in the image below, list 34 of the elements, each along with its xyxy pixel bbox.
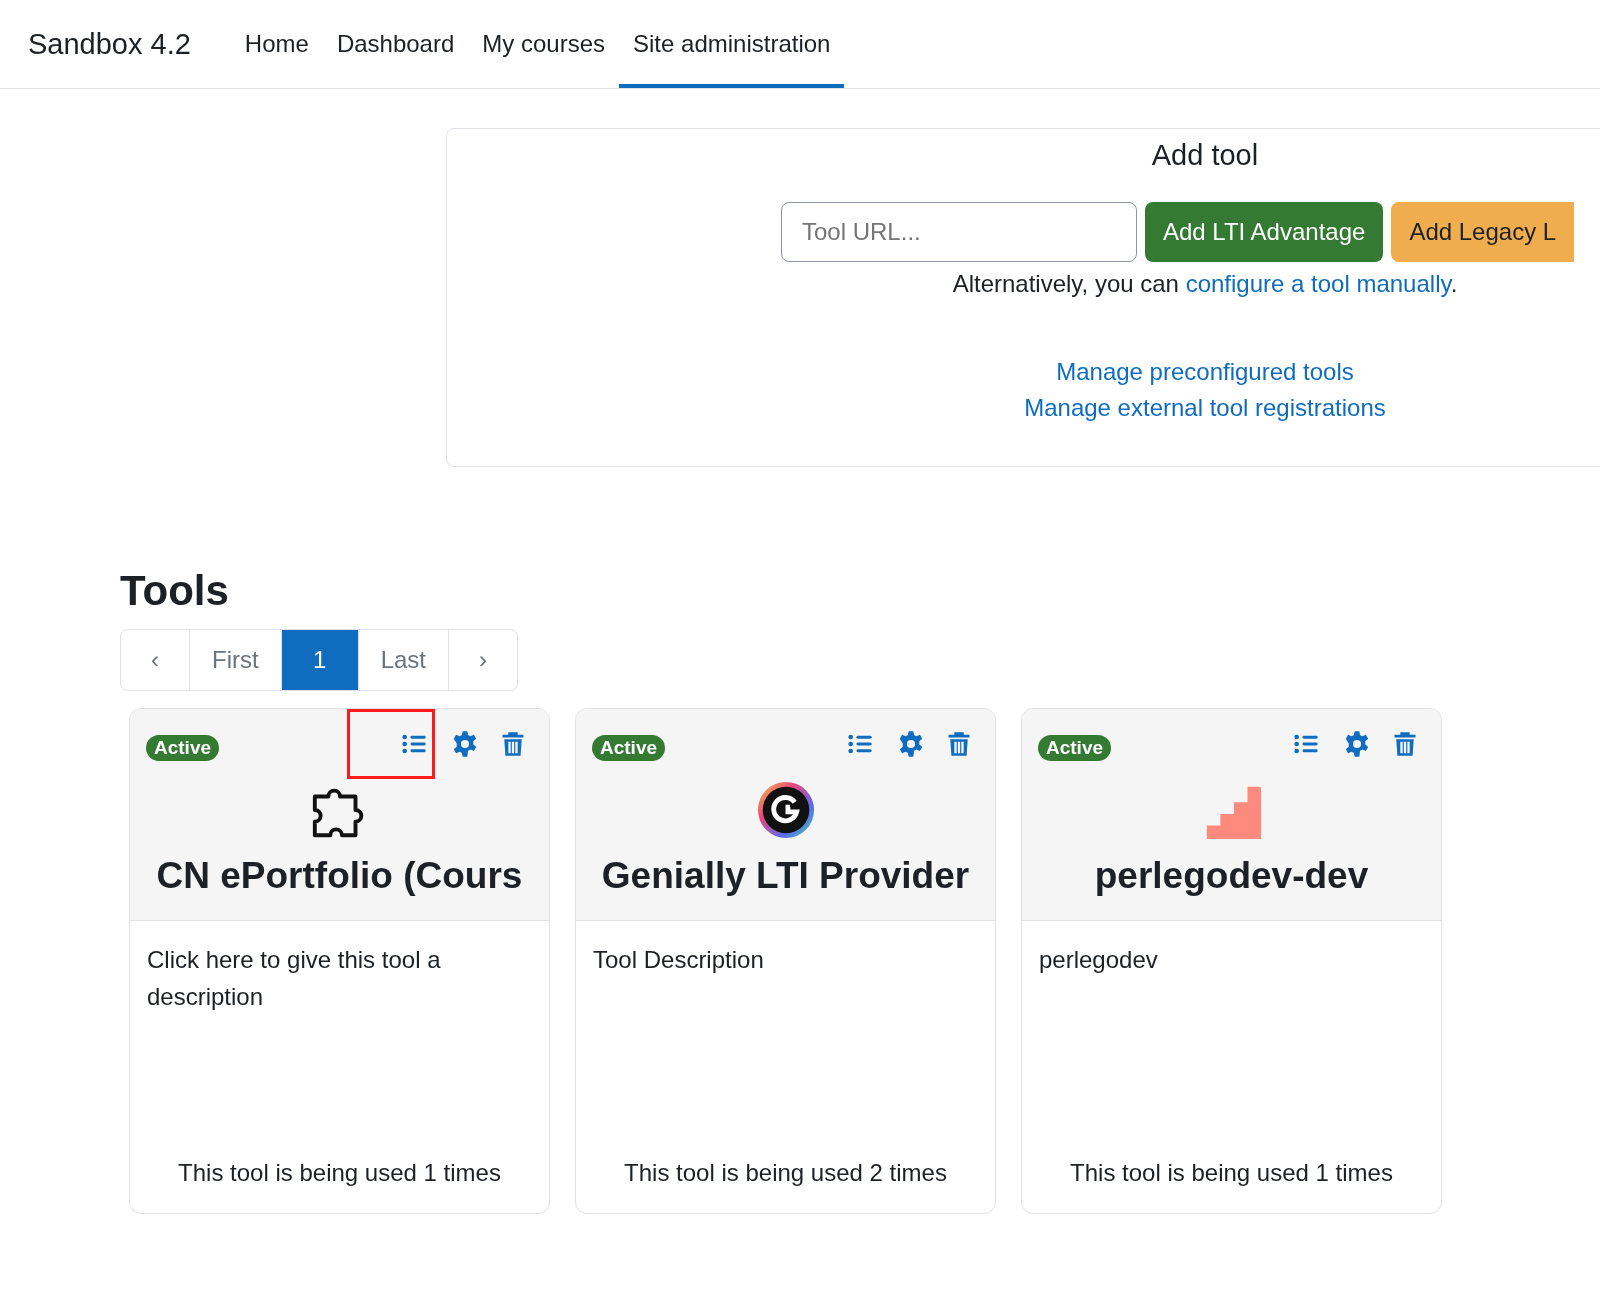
settings-icon[interactable] (897, 730, 925, 758)
tool-name: Genially LTI Provider (601, 855, 970, 897)
usage-text: This tool is being used 2 times (623, 1159, 948, 1187)
nav-link[interactable]: My courses (468, 4, 619, 88)
tool-description: Tool Description (593, 945, 765, 975)
tool-description: perlegodev (1039, 945, 1159, 975)
panel-title: Add tool (1151, 139, 1259, 172)
status-badge: Active (592, 735, 666, 761)
nav-link[interactable]: Dashboard (322, 4, 469, 88)
site-name[interactable]: Sandbox 4.2 (28, 0, 191, 88)
nav-link[interactable]: Home (230, 4, 323, 88)
add-button[interactable]: Add LTI Advantage (1145, 202, 1384, 262)
manage-link[interactable]: Manage preconfigured tools (1056, 358, 1354, 386)
tool-description: Click here to give this tool a description (147, 945, 442, 1012)
first-page-button[interactable]: First (190, 630, 282, 690)
settings-icon[interactable] (1343, 730, 1371, 758)
previous-page-button[interactable]: ‹ (121, 630, 190, 690)
status-badge: Active (1038, 735, 1112, 761)
status-badge: Active (146, 735, 220, 761)
nav-link[interactable]: Site administration (619, 4, 845, 88)
next-page-button[interactable]: › (449, 630, 518, 690)
usage-text: This tool is being used 1 times (1069, 1159, 1394, 1187)
usage-text: This tool is being used 1 times (177, 1159, 502, 1187)
configure-link[interactable]: configure a tool manually (1185, 270, 1451, 297)
section-heading: Tools (120, 567, 230, 615)
page-button[interactable]: 1 (281, 630, 359, 690)
settings-icon[interactable] (451, 730, 479, 758)
tool-url-field[interactable]: Tool URL... (781, 202, 1137, 262)
manage-link[interactable]: Manage external tool registrations (1024, 394, 1386, 422)
add-legacy-button[interactable]: Add Legacy L (1391, 202, 1575, 262)
tool-name: perlegodev-dev (1094, 855, 1369, 897)
last-page-button[interactable]: Last (358, 630, 450, 690)
alternative-text: Alternatively, you can configure a tool manually. (952, 270, 1458, 298)
tool-name: CN ePortfolio (Cours (156, 855, 523, 897)
